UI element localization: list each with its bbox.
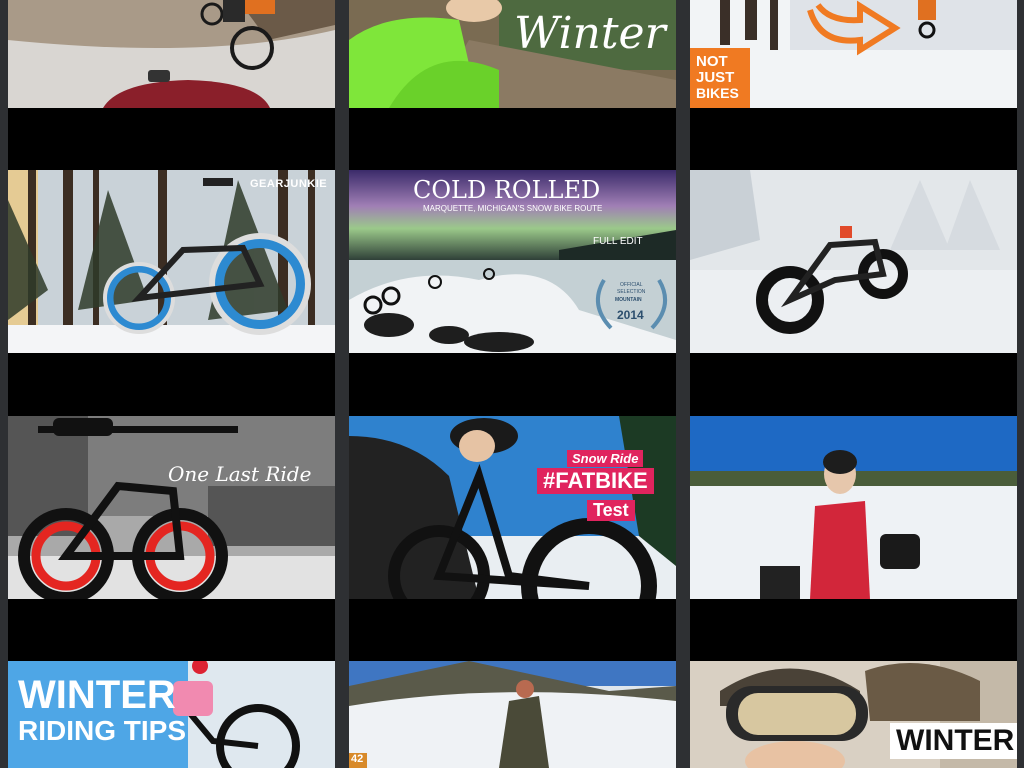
video-thumbnail-snow-rider[interactable] bbox=[8, 0, 335, 108]
video-thumbnail-winter-helmets[interactable]: WINTER bbox=[690, 661, 1017, 768]
gearjunkie-logo: GEARJUNKIE bbox=[250, 178, 328, 190]
video-thumbnail-winter-script[interactable]: Winter bbox=[349, 0, 676, 108]
video-thumbnail-fatbike-test[interactable]: Snow Ride #FATBIKE Test bbox=[349, 416, 676, 599]
video-column-2: Winter COLD ROLLED MARQUETTE, MICHIGAN'S… bbox=[349, 0, 676, 768]
full-edit-label: FULL EDIT bbox=[593, 236, 643, 247]
selection-badge-mountain: MOUNTAIN bbox=[615, 297, 642, 303]
video-thumbnail-woman-winter-ride[interactable] bbox=[690, 416, 1017, 599]
winter-label: WINTER bbox=[890, 723, 1017, 759]
logo-word-just: JUST bbox=[696, 69, 735, 86]
winter-tips-title-line2: RIDING TIPS bbox=[18, 715, 187, 746]
video-thumbnail-snowy-fatbike[interactable] bbox=[690, 170, 1017, 353]
cold-rolled-title: COLD ROLLED bbox=[413, 176, 601, 204]
winter-tips-title-line1: WINTER bbox=[18, 673, 176, 717]
not-just-bikes-logo: NOT JUST BIKES bbox=[690, 48, 750, 108]
test-badge: Test bbox=[587, 500, 635, 521]
snow-ride-badge: Snow Ride bbox=[567, 450, 644, 467]
winter-script-title: Winter bbox=[514, 8, 666, 59]
fatbike-hashtag: #FATBIKE bbox=[537, 468, 654, 494]
video-thumbnail-winter-riding-tips[interactable]: WINTER RIDING TIPS bbox=[8, 661, 335, 768]
one-last-ride-title: One Last Ride bbox=[168, 462, 312, 486]
selection-badge-official: OFFICIAL bbox=[620, 282, 643, 288]
cold-rolled-subtitle: MARQUETTE, MICHIGAN'S SNOW BIKE ROUTE bbox=[423, 204, 603, 213]
video-column-3: NOT JUST BIKES WINTER bbox=[690, 0, 1017, 768]
video-column-1: GEARJUNKIE One Last Ride WINTER RIDING T… bbox=[8, 0, 335, 768]
trail-sign-number: 42 bbox=[351, 753, 364, 765]
logo-word-not: NOT bbox=[696, 53, 728, 70]
video-thumbnail-cold-rolled[interactable]: COLD ROLLED MARQUETTE, MICHIGAN'S SNOW B… bbox=[349, 170, 676, 353]
video-thumbnail-one-last-ride[interactable]: One Last Ride bbox=[8, 416, 335, 599]
selection-badge-selection: SELECTION bbox=[617, 289, 646, 295]
video-thumbnail-gearjunkie[interactable]: GEARJUNKIE bbox=[8, 170, 335, 353]
video-thumbnail-not-just-bikes[interactable]: NOT JUST BIKES bbox=[690, 0, 1017, 108]
video-thumbnail-snow-bikepacking[interactable]: 42 bbox=[349, 661, 676, 768]
selection-badge-year: 2014 bbox=[617, 308, 644, 322]
logo-word-bikes: BIKES bbox=[696, 85, 739, 101]
